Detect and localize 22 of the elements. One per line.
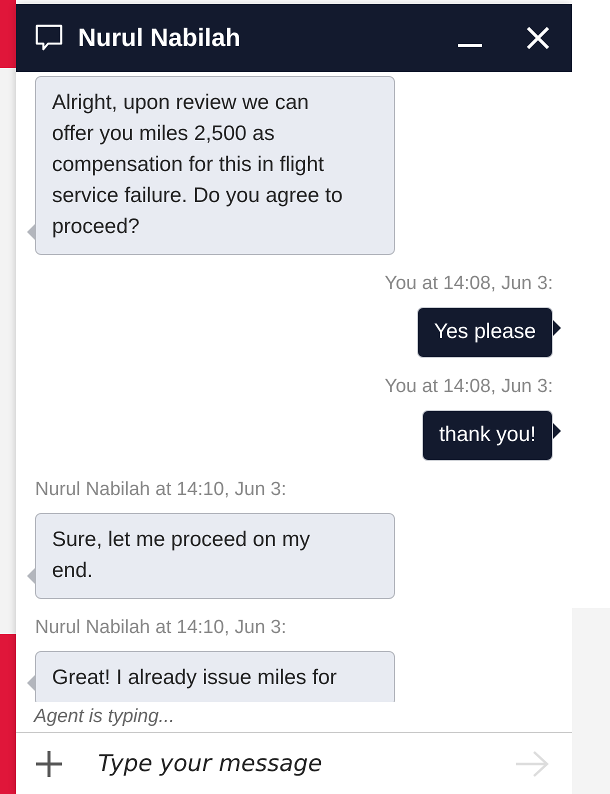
agent-message: Sure, let me proceed on my end.	[35, 513, 395, 599]
banner-edge	[0, 0, 16, 68]
message-timestamp: You at 14:08, Jun 3:	[384, 273, 553, 295]
close-icon	[524, 24, 552, 52]
user-message: thank you!	[422, 410, 553, 461]
speech-bubble-icon	[34, 23, 64, 53]
close-button[interactable]	[524, 24, 552, 52]
minimize-icon	[458, 44, 482, 47]
bubble-tail	[552, 422, 561, 440]
agent-message: Alright, upon review we can offer you miles 2,500 as compensation for this in flight service failure. Do you agree to proceed?	[35, 76, 395, 255]
add-attachment-button[interactable]	[34, 748, 64, 778]
message-timestamp: You at 14:08, Jun 3:	[384, 376, 553, 398]
plus-icon	[34, 748, 64, 778]
bubble-tail	[552, 319, 561, 337]
arrow-icon	[514, 748, 550, 778]
typing-indicator: Agent is typing...	[16, 702, 572, 733]
message-timestamp: Nurul Nabilah at 14:10, Jun 3:	[35, 479, 286, 501]
message-timestamp: Nurul Nabilah at 14:10, Jun 3:	[35, 617, 286, 639]
user-message: Yes please	[417, 307, 553, 358]
message-input[interactable]: Type your message	[96, 750, 482, 778]
agent-message: Great! I already issue miles for	[35, 651, 395, 702]
window-title: Nurul Nabilah	[78, 24, 242, 52]
